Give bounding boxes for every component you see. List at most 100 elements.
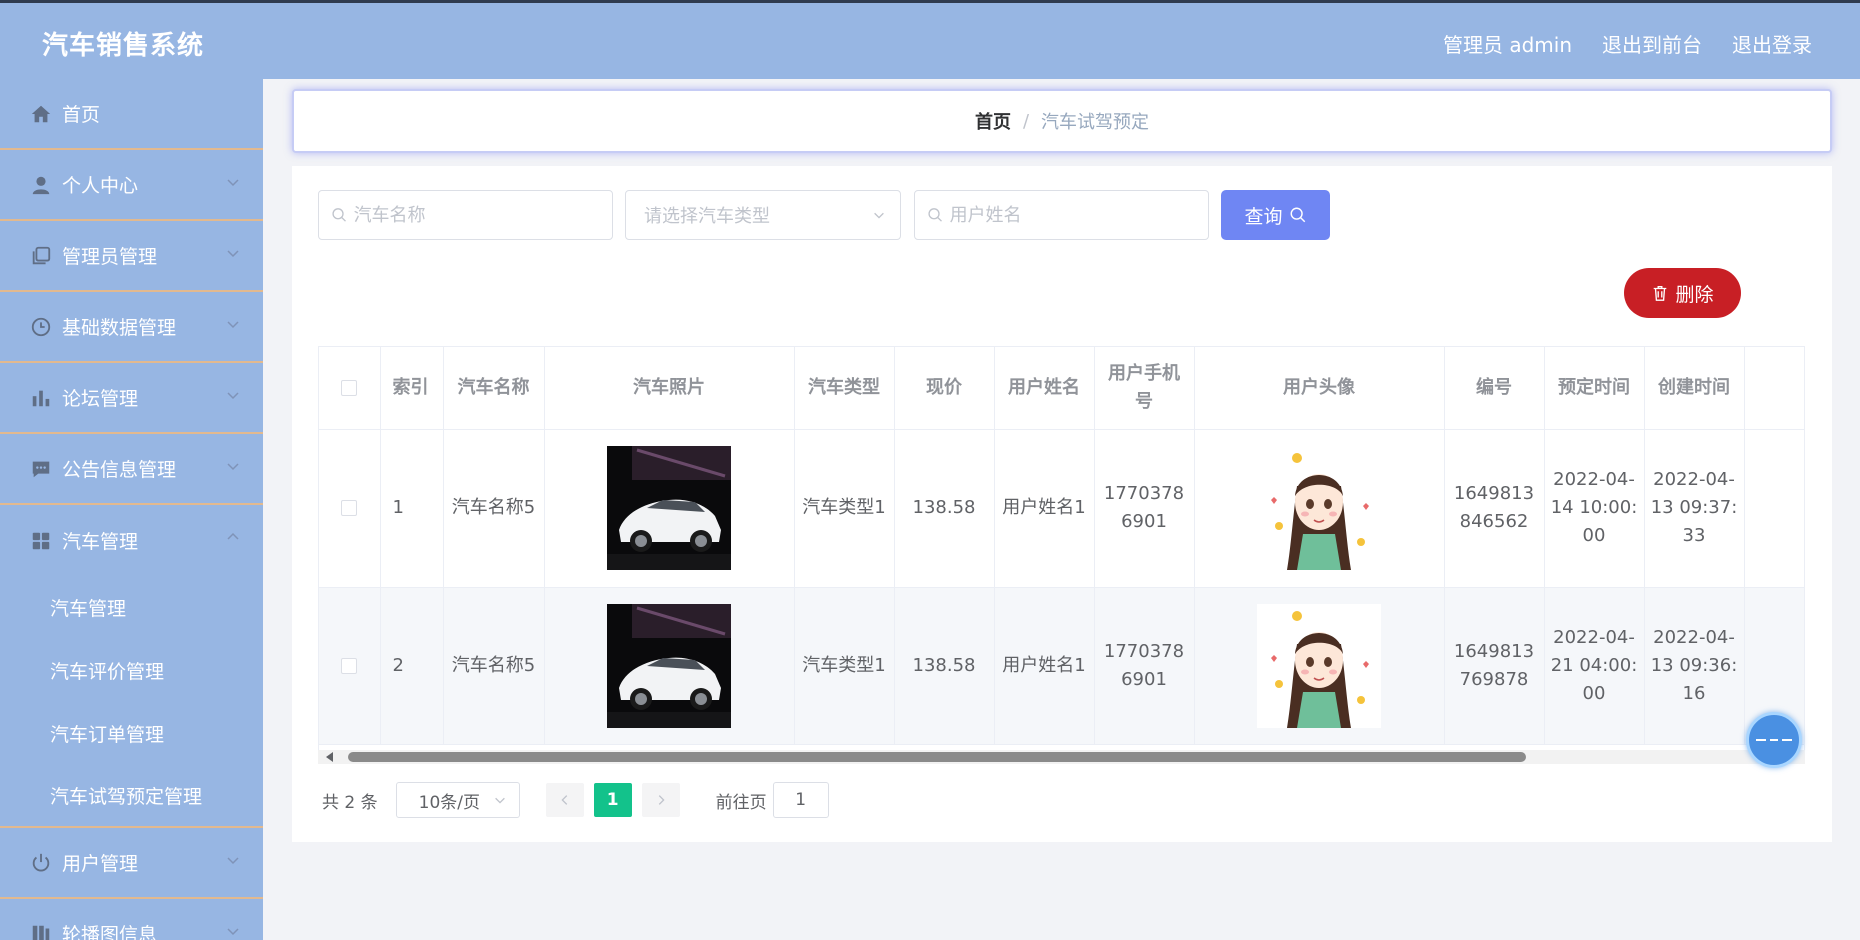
dashes-icon [1756,739,1792,741]
table-row: 1 汽车名称5 汽车类型1 138.58 用户姓名1 17703786901 1… [319,429,1804,588]
page-number-current[interactable]: 1 [593,783,632,817]
sidebar-item-label: 个人中心 [62,175,139,197]
sidebar-item-basic-data[interactable]: 基础数据管理 [0,292,263,363]
user-name-search[interactable] [914,190,1209,240]
chevron-down-icon [225,174,241,190]
sidebar-item-label: 基础数据管理 [62,317,177,339]
sidebar-item-label: 公告信息管理 [62,459,177,481]
bar-chart-icon [30,387,52,409]
sidebar-item-label: 首页 [62,104,101,126]
user-icon [30,174,52,196]
scroll-left-arrow-icon[interactable] [326,752,333,762]
exit-to-front-link[interactable]: 退出到前台 [1602,29,1702,58]
user-avatar-image[interactable] [1257,446,1381,570]
col-header-phone: 用户手机号 [1094,347,1195,430]
sidebar-item-announcements[interactable]: 公告信息管理 [0,434,263,505]
chevron-up-icon [225,529,241,545]
sidebar-item-label: 用户管理 [62,853,139,875]
query-button-label: 查询 [1244,205,1283,228]
cell-price: 138.58 [894,429,995,588]
sidebar-subitem-car-reviews[interactable]: 汽车评价管理 [0,639,263,702]
data-table: 索引 汽车名称 汽车照片 汽车类型 现价 用户姓名 用户手机号 用户头像 编号 … [318,346,1805,763]
clock-icon [30,316,52,338]
car-photo-image[interactable] [607,603,731,728]
sidebar-item-forum[interactable]: 论坛管理 [0,363,263,434]
goto-page-label: 前往页 [715,792,767,813]
table-row: 2 汽车名称5 汽车类型1 138.58 用户姓名1 17703786901 1… [319,587,1804,745]
chevron-left-icon [561,795,567,805]
cell-avatar [1194,587,1445,745]
cell-number: 1649813769878 [1444,587,1545,745]
sidebar-item-users[interactable]: 用户管理 [0,828,263,899]
search-icon [332,208,346,222]
cell-car-photo [544,587,795,745]
user-avatar-image[interactable] [1257,603,1381,728]
cell-car-photo [544,429,795,588]
car-name-input[interactable] [353,204,612,226]
sidebar-item-admin[interactable]: 管理员管理 [0,221,263,292]
top-header: 汽车销售系统 管理员 admin 退出到前台 退出登录 [0,0,1860,79]
app-title: 汽车销售系统 [42,31,205,61]
chevron-down-icon [225,387,241,403]
chevron-right-icon [658,795,665,805]
car-type-placeholder: 请选择汽车类型 [644,206,770,227]
row-checkbox[interactable] [341,657,358,674]
chevron-down-icon [494,797,505,804]
sidebar-subitem-car-orders[interactable]: 汽车订单管理 [0,702,263,765]
row-select-cell [319,429,381,588]
horizontal-scrollbar[interactable] [318,750,1805,764]
prev-page-button[interactable] [545,783,584,817]
breadcrumb-separator: / [1022,110,1030,132]
pagination: 共 2 条 10条/页 1 前往页 [322,782,829,818]
car-photo-image[interactable] [607,446,731,570]
cell-user-name: 用户姓名1 [994,587,1095,745]
cell-index: 2 [380,587,444,745]
cell-car-type: 汽车类型1 [794,587,895,745]
scrollbar-thumb[interactable] [348,752,1526,762]
col-header-car-name: 汽车名称 [443,347,545,430]
col-header-price: 现价 [894,347,995,430]
breadcrumb: 首页 / 汽车试驾预定 [292,89,1832,153]
car-name-search[interactable] [318,190,613,240]
logout-link[interactable]: 退出登录 [1732,29,1812,58]
chat-icon [30,458,52,480]
grid-icon [30,530,52,552]
floating-assistant-button[interactable] [1746,712,1802,768]
page-size-value: 10条/页 [418,792,480,813]
sidebar-subitem-car-management[interactable]: 汽车管理 [0,576,263,639]
sidebar-item-label: 汽车管理 [62,531,139,553]
row-checkbox[interactable] [341,500,358,516]
cell-booking-time: 2022-04-21 04:00:00 [1544,587,1645,745]
sidebar-item-cars[interactable]: 汽车管理 [0,505,263,576]
cell-phone: 17703786901 [1094,587,1195,745]
car-type-select[interactable]: 请选择汽车类型 [625,190,901,240]
select-all-checkbox[interactable] [341,379,358,396]
cell-phone: 17703786901 [1094,429,1195,588]
cell-car-name: 汽车名称5 [443,587,545,745]
sidebar-item-home[interactable]: 首页 [0,79,263,150]
page-size-select[interactable]: 10条/页 [395,782,520,818]
chevron-down-icon [225,245,241,261]
delete-button[interactable]: 删除 [1624,268,1741,318]
copy-icon [30,245,52,267]
admin-user-label[interactable]: 管理员 admin [1443,29,1572,58]
sidebar-subitem-test-drive[interactable]: 汽车试驾预定管理 [0,765,263,828]
trash-icon [1654,286,1667,301]
col-header-car-photo: 汽车照片 [544,347,795,430]
query-button[interactable]: 查询 [1221,190,1330,240]
chevron-down-icon [874,212,884,219]
sidebar-item-profile[interactable]: 个人中心 [0,150,263,221]
row-select-cell [319,587,381,745]
sidebar-item-carousel[interactable]: 轮播图信息 [0,899,263,940]
cell-actions [1744,429,1804,588]
cell-car-name: 汽车名称5 [443,429,545,588]
cell-index: 1 [380,429,444,588]
user-name-input[interactable] [949,204,1208,226]
breadcrumb-home[interactable]: 首页 [975,108,1011,134]
goto-page-input[interactable] [772,782,829,818]
power-icon [30,852,52,874]
cell-car-type: 汽车类型1 [794,429,895,588]
cell-price: 138.58 [894,587,995,745]
next-page-button[interactable] [641,783,680,817]
col-header-index: 索引 [380,347,444,430]
